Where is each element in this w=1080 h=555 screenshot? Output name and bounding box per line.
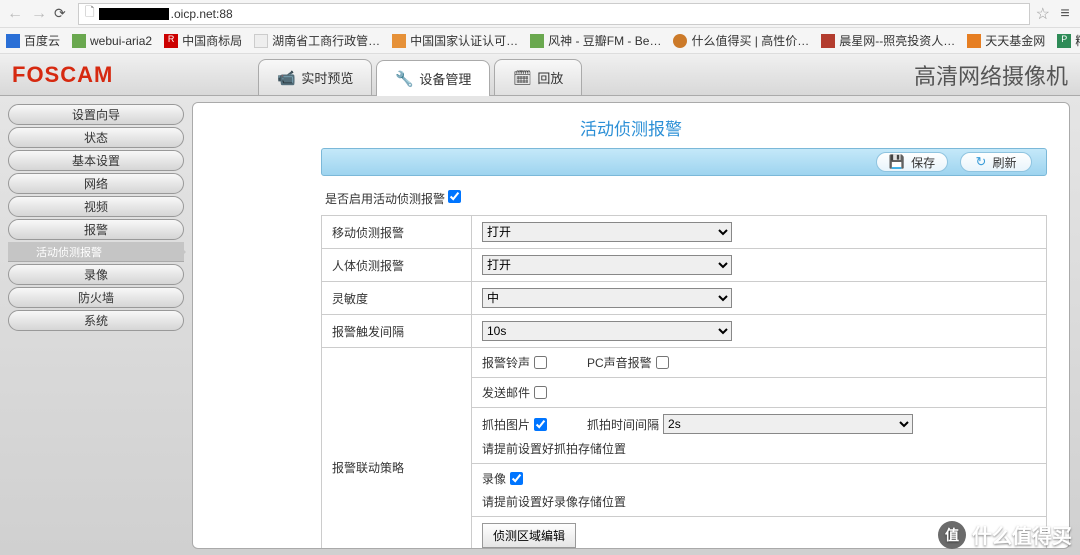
pcsound-checkbox[interactable]	[656, 356, 669, 369]
header-title: 高清网络摄像机	[914, 59, 1068, 91]
url-redacted	[99, 8, 169, 20]
settings-table: 移动侦测报警 打开 人体侦测报警 打开 灵敏度 中 报警触发间隔 10s 报警联…	[321, 215, 1047, 549]
sidebar-item-network[interactable]: 网络	[8, 173, 184, 194]
pcsound-option[interactable]: PC声音报警	[587, 354, 669, 371]
refresh-button[interactable]: ↻刷新	[960, 152, 1032, 172]
enable-label: 是否启用活动侦测报警	[325, 192, 445, 206]
enable-checkbox[interactable]	[448, 190, 461, 203]
bookmark-item[interactable]: 百度云	[6, 32, 60, 49]
watermark-text: 什么值得买	[972, 520, 1072, 549]
bookmark-item[interactable]: webui-aria2	[72, 34, 152, 48]
action-bar: 💾保存 ↻刷新	[321, 148, 1047, 176]
camera-icon: 📹	[277, 69, 295, 87]
sidebar-item-wizard[interactable]: 设置向导	[8, 104, 184, 125]
reload-button[interactable]: ⟳	[54, 5, 72, 23]
sidebar-item-basic[interactable]: 基本设置	[8, 150, 184, 171]
email-option[interactable]: 发送邮件	[482, 384, 1036, 401]
browser-toolbar: ← → ⟳ 🗋 .oicp.net:88 ☆ ≡	[0, 0, 1080, 28]
human-select[interactable]: 打开	[482, 255, 732, 275]
sensitivity-select[interactable]: 中	[482, 288, 732, 308]
back-button[interactable]: ←	[6, 5, 24, 23]
calendar-icon: 🗓	[513, 69, 531, 87]
save-button[interactable]: 💾保存	[876, 152, 948, 172]
logo: FOSCAM	[12, 62, 113, 88]
snap-option[interactable]: 抓拍图片	[482, 416, 547, 433]
gear-icon: 🔧	[395, 70, 413, 88]
bookmark-item[interactable]: 中国国家认证认可…	[392, 32, 518, 49]
interval-label: 报警触发间隔	[322, 315, 472, 348]
linkage-label: 报警联动策略	[322, 348, 472, 550]
tab-playback[interactable]: 🗓回放	[494, 59, 582, 95]
forward-button[interactable]: →	[30, 5, 48, 23]
snap-checkbox[interactable]	[534, 418, 547, 431]
sidebar-sub-motion-alarm[interactable]: 活动侦测报警	[8, 242, 184, 262]
main-area: 设置向导 状态 基本设置 网络 视频 报警 活动侦测报警 录像 防火墙 系统 活…	[0, 96, 1080, 555]
bookmark-star-icon[interactable]: ☆	[1036, 4, 1050, 24]
bookmark-item[interactable]: P精品绿色便携软件	[1057, 32, 1080, 49]
sidebar-item-record[interactable]: 录像	[8, 264, 184, 285]
interval-select[interactable]: 10s	[482, 321, 732, 341]
bookmark-bar: 百度云 webui-aria2 R中国商标局 湖南省工商行政管… 中国国家认证认…	[0, 28, 1080, 54]
ring-option[interactable]: 报警铃声	[482, 354, 547, 371]
bookmark-item[interactable]: R中国商标局	[164, 32, 242, 49]
bookmark-item[interactable]: 什么值得买 | 高性价…	[673, 32, 809, 49]
watermark-badge-icon: 值	[938, 521, 966, 549]
snap-interval: 抓拍时间间隔 2s	[587, 414, 913, 434]
snap-interval-select[interactable]: 2s	[663, 414, 913, 434]
watermark: 值 什么值得买	[938, 520, 1072, 549]
region-edit-button[interactable]: 侦测区域编辑	[482, 523, 576, 548]
sidebar-item-status[interactable]: 状态	[8, 127, 184, 148]
motion-label: 移动侦测报警	[322, 216, 472, 249]
tab-device-manage[interactable]: 🔧设备管理	[376, 60, 490, 96]
ring-checkbox[interactable]	[534, 356, 547, 369]
sidebar-item-system[interactable]: 系统	[8, 310, 184, 331]
sidebar-item-video[interactable]: 视频	[8, 196, 184, 217]
record-hint: 请提前设置好录像存储位置	[482, 493, 1036, 510]
email-checkbox[interactable]	[534, 386, 547, 399]
app-header: FOSCAM 📹实时预览 🔧设备管理 🗓回放 高清网络摄像机	[0, 54, 1080, 96]
motion-select[interactable]: 打开	[482, 222, 732, 242]
menu-icon[interactable]: ≡	[1056, 5, 1074, 23]
content-title: 活动侦测报警	[193, 103, 1069, 148]
enable-row: 是否启用活动侦测报警	[321, 182, 1047, 215]
tab-preview[interactable]: 📹实时预览	[258, 59, 372, 95]
url-text: .oicp.net:88	[171, 7, 233, 21]
main-tabs: 📹实时预览 🔧设备管理 🗓回放	[258, 54, 586, 95]
snap-hint: 请提前设置好抓拍存储位置	[482, 440, 1036, 457]
url-bar[interactable]: 🗋 .oicp.net:88	[78, 3, 1030, 25]
bookmark-item[interactable]: 晨星网--照亮投资人…	[821, 32, 955, 49]
record-option[interactable]: 录像	[482, 470, 1036, 487]
bookmark-item[interactable]: 风神 - 豆瓣FM - Be…	[530, 32, 661, 49]
form-area: 是否启用活动侦测报警 移动侦测报警 打开 人体侦测报警 打开 灵敏度 中 报警触…	[321, 182, 1047, 549]
save-icon: 💾	[889, 154, 905, 170]
sidebar-item-firewall[interactable]: 防火墙	[8, 287, 184, 308]
content-panel: 活动侦测报警 💾保存 ↻刷新 是否启用活动侦测报警 移动侦测报警 打开 人体侦测…	[192, 102, 1070, 549]
human-label: 人体侦测报警	[322, 249, 472, 282]
refresh-icon: ↻	[976, 154, 987, 170]
bookmark-item[interactable]: 天天基金网	[967, 32, 1045, 49]
sidebar: 设置向导 状态 基本设置 网络 视频 报警 活动侦测报警 录像 防火墙 系统	[0, 96, 192, 555]
sensitivity-label: 灵敏度	[322, 282, 472, 315]
sidebar-item-alarm[interactable]: 报警	[8, 219, 184, 240]
record-checkbox[interactable]	[510, 472, 523, 485]
bookmark-item[interactable]: 湖南省工商行政管…	[254, 32, 380, 49]
